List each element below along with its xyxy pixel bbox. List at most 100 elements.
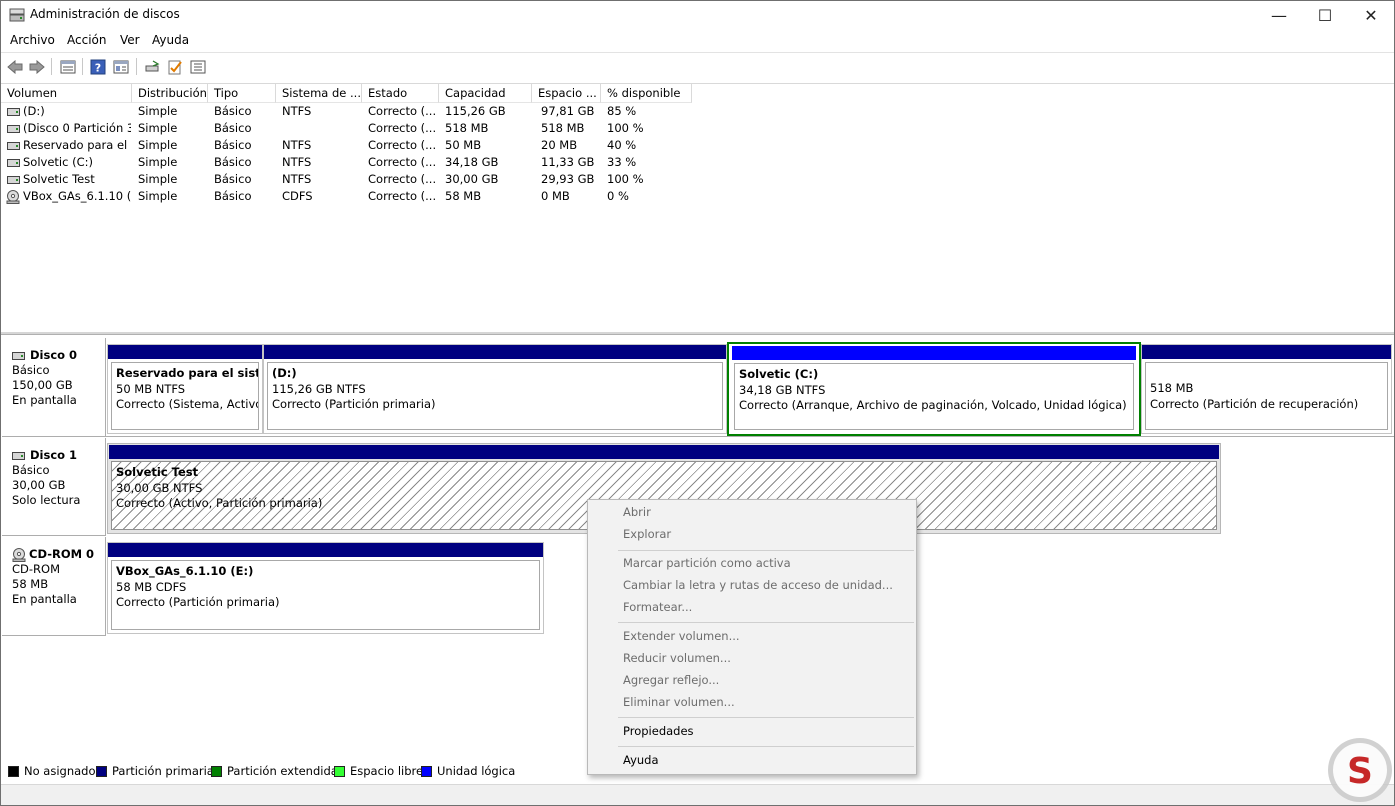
disk-1-label[interactable]: Disco 1 Básico 30,00 GB Solo lectura [2,438,106,536]
legend-swatch-no-asignado [8,766,19,777]
menu-item-marcar-activa[interactable]: Marcar partición como activa [590,553,914,575]
partition-c-selected[interactable]: Solvetic (C:) 34,18 GB NTFS Correcto (Ar… [727,342,1141,436]
partition-title: (D:) [272,366,297,380]
connect-disk-icon[interactable] [142,57,162,76]
drive-icon [7,159,20,167]
disk-size: 150,00 GB [12,378,73,392]
cdrom-0-label[interactable]: CD-ROM 0 CD-ROM 58 MB En pantalla [2,537,106,636]
disk-name: Disco 1 [30,448,78,462]
menu-item-abrir[interactable]: Abrir [590,502,914,524]
menu-item-explorar[interactable]: Explorar [590,524,914,546]
menu-separator [618,746,914,747]
legend-swatch-unidad-logica [421,766,432,777]
cell-volumen: Solvetic Test [23,172,95,186]
table-row[interactable]: VBox_GAs_6.1.10 (... Simple Básico CDFS … [1,188,701,205]
column-header-disponible[interactable]: % disponible [601,84,692,103]
disk-0-label[interactable]: Disco 0 Básico 150,00 GB En pantalla [2,338,106,437]
cell-sistema: NTFS [282,155,312,169]
back-arrow-icon[interactable] [5,57,25,76]
cell-tipo: Básico [214,155,252,169]
cell-sistema: NTFS [282,172,312,186]
menu-accion[interactable]: Acción [67,33,106,47]
menu-item-extender-volumen[interactable]: Extender volumen... [590,626,914,648]
table-row[interactable]: Reservado para el ... Simple Básico NTFS… [1,137,701,154]
table-row[interactable]: (D:) Simple Básico NTFS Correcto (... 11… [1,103,701,120]
menu-ayuda[interactable]: Ayuda [152,33,189,47]
legend-swatch-particion-extendida [211,766,222,777]
table-row[interactable]: Solvetic Test Simple Básico NTFS Correct… [1,171,701,188]
menu-item-formatear[interactable]: Formatear... [590,597,914,619]
column-header-espacio[interactable]: Espacio ... [532,84,601,103]
close-button[interactable]: ✕ [1348,1,1394,30]
partition-reservado[interactable]: Reservado para el sistema 50 MB NTFS Cor… [107,344,263,434]
legend-swatch-particion-primaria [96,766,107,777]
maximize-button[interactable]: ☐ [1302,1,1348,30]
cell-espacio: 11,33 GB [541,155,595,169]
toolbar-separator [82,58,83,75]
partition-title [1150,366,1387,381]
cell-distribucion: Simple [138,138,178,152]
cell-disponible: 100 % [607,121,644,135]
disk-list-icon[interactable] [58,57,78,76]
partition-status: Correcto (Partición primaria) [272,397,436,411]
column-header-distribucion[interactable]: Distribución [132,84,208,103]
partition-type-bar [1142,345,1391,359]
toolbar-separator [51,58,52,75]
menu-bar: Archivo Acción Ver Ayuda [1,30,1394,52]
disk-size: 58 MB [12,577,49,591]
svg-text:S: S [1347,751,1373,792]
legend-swatch-espacio-libre [334,766,345,777]
cell-espacio: 97,81 GB [541,104,595,118]
cell-disponible: 33 % [607,155,637,169]
menu-item-reducir-volumen[interactable]: Reducir volumen... [590,648,914,670]
cell-tipo: Básico [214,189,252,203]
cell-espacio: 20 MB [541,138,578,152]
menu-archivo[interactable]: Archivo [10,33,55,47]
pane-splitter[interactable] [1,332,1394,335]
minimize-button[interactable]: — [1256,1,1302,30]
menu-item-eliminar-volumen[interactable]: Eliminar volumen... [590,692,914,714]
partition-d[interactable]: (D:) 115,26 GB NTFS Correcto (Partición … [263,344,727,434]
disk-name: Disco 0 [30,348,78,362]
legend-label: Espacio libre [350,764,424,778]
cell-tipo: Básico [214,121,252,135]
cell-estado: Correcto (... [368,155,437,169]
cell-volumen: (Disco 0 Partición 3) [23,121,131,135]
legend-label: Unidad lógica [437,764,516,778]
cell-volumen: (D:) [23,104,45,118]
legend-label: Partición primaria [112,764,214,778]
properties-icon[interactable] [111,57,131,76]
forward-arrow-icon[interactable] [27,57,47,76]
menu-item-cambiar-letra[interactable]: Cambiar la letra y rutas de acceso de un… [590,575,914,597]
help-icon[interactable]: ? [88,57,108,76]
cell-estado: Correcto (... [368,121,437,135]
column-header-volumen[interactable]: Volumen [1,84,132,103]
cell-distribucion: Simple [138,121,178,135]
disk-size: 30,00 GB [12,478,66,492]
table-row[interactable]: Solvetic (C:) Simple Básico NTFS Correct… [1,154,701,171]
cell-tipo: Básico [214,172,252,186]
column-header-estado[interactable]: Estado [362,84,439,103]
partition-size: 30,00 GB NTFS [116,480,203,495]
cell-estado: Correcto (... [368,104,437,118]
column-header-tipo[interactable]: Tipo [208,84,276,103]
svg-text:?: ? [95,61,101,74]
cell-disponible: 0 % [607,189,629,203]
column-header-sistema-archivos[interactable]: Sistema de ... [276,84,362,103]
drive-icon [7,108,20,116]
menu-item-propiedades[interactable]: Propiedades [590,721,914,743]
menu-item-agregar-reflejo[interactable]: Agregar reflejo... [590,670,914,692]
checklist-icon[interactable] [165,57,185,76]
cell-tipo: Básico [214,138,252,152]
table-row[interactable]: (Disco 0 Partición 3) Simple Básico Corr… [1,120,701,137]
menu-ver[interactable]: Ver [120,33,140,47]
partition-recovery[interactable]: 518 MB Correcto (Partición de recuperaci… [1141,344,1392,434]
disk-type: Básico [12,363,50,377]
cell-capacidad: 115,26 GB [445,104,506,118]
menu-item-ayuda[interactable]: Ayuda [590,750,914,772]
cell-capacidad: 58 MB [445,189,482,203]
settings-list-icon[interactable] [188,57,208,76]
cell-distribucion: Simple [138,155,178,169]
partition-vbox-cd[interactable]: VBox_GAs_6.1.10 (E:) 58 MB CDFS Correcto… [107,542,544,634]
column-header-capacidad[interactable]: Capacidad [439,84,532,103]
